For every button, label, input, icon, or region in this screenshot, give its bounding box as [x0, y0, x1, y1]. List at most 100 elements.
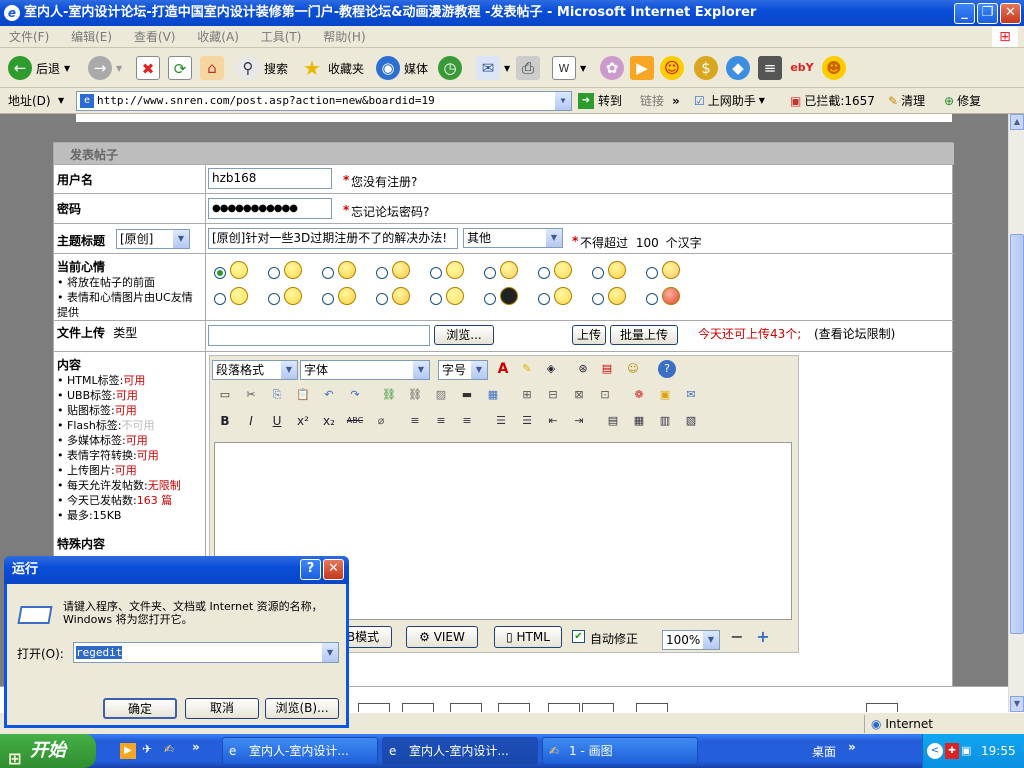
font-color-icon[interactable]: A	[494, 360, 512, 378]
player-button[interactable]: ▶	[630, 54, 654, 82]
bottom-partial-button[interactable]	[548, 703, 580, 712]
clean-button[interactable]: ✎ 清理	[888, 88, 925, 114]
shield-button[interactable]: ◆	[726, 54, 750, 82]
forum-limit-link[interactable]: (查看论坛限制)	[814, 325, 895, 342]
font-size-select[interactable]: 字号 ▼	[438, 360, 488, 380]
editor-tool-icon[interactable]: ⛓	[406, 386, 424, 404]
mood-radio[interactable]	[538, 293, 550, 305]
restore-button[interactable]: ❐	[977, 3, 998, 24]
upload-button[interactable]: 上传	[572, 325, 606, 345]
paragraph-tool-icon[interactable]: ≡	[458, 412, 476, 430]
refresh-button[interactable]: ⟳	[168, 54, 192, 82]
editor-tool-icon[interactable]: 📋	[294, 386, 312, 404]
bottom-partial-button[interactable]	[402, 703, 434, 712]
quicklaunch-brush-icon[interactable]: ✍	[164, 742, 174, 756]
desktop-toolbar-label[interactable]: 桌面	[812, 743, 836, 760]
mood-radio[interactable]	[214, 293, 226, 305]
edit-dropdown-icon[interactable]: ▼	[580, 64, 586, 73]
vertical-scrollbar[interactable]: ▲ ▼	[1008, 114, 1024, 712]
menu-help[interactable]: 帮助(H)	[314, 26, 374, 48]
paragraph-tool-icon[interactable]: ⇥	[570, 412, 588, 430]
editor-tool-icon[interactable]: ❁	[630, 386, 648, 404]
mood-radio[interactable]	[484, 293, 496, 305]
menu-tools[interactable]: 工具(T)	[252, 26, 311, 48]
paragraph-tool-icon[interactable]: ▤	[604, 412, 622, 430]
menu-edit[interactable]: 编辑(E)	[62, 26, 121, 48]
editor-tool-icon[interactable]: ⛓	[380, 386, 398, 404]
subject-input[interactable]: [原创]针对一些3D过期注册不了的解决办法!	[208, 228, 458, 249]
zoom-in-button[interactable]: +	[754, 628, 772, 646]
clock[interactable]: 19:55	[981, 734, 1016, 768]
mail-dropdown-icon[interactable]: ▼	[504, 64, 510, 73]
username-input[interactable]: hzb168	[208, 168, 332, 189]
not-registered-link[interactable]: 您没有注册?	[351, 173, 417, 190]
address-dropdown-icon[interactable]: ▼	[555, 92, 571, 110]
editor-tool-icon[interactable]: ↶	[320, 386, 338, 404]
paragraph-tool-icon[interactable]: ⌀	[372, 412, 390, 430]
menu-view[interactable]: 查看(V)	[125, 26, 185, 48]
minimize-button[interactable]: _	[954, 3, 975, 24]
emoticon-icon[interactable]: ☺	[624, 360, 642, 378]
chevron-down-icon[interactable]: ▼	[322, 643, 338, 662]
editor-tool-icon[interactable]: ✉	[682, 386, 700, 404]
editor-tool-icon[interactable]: ▦	[484, 386, 502, 404]
mood-radio[interactable]	[214, 267, 226, 279]
network-icon[interactable]: ▣	[961, 743, 971, 759]
bottom-partial-button[interactable]	[358, 703, 390, 712]
subject-type-select[interactable]: [原创] ▼	[116, 229, 190, 249]
taskbar-paint-window[interactable]: ✍ 1 - 画图	[542, 737, 698, 765]
format-button[interactable]: I	[242, 412, 260, 430]
forward-button[interactable]: → ▼	[88, 54, 122, 82]
forgot-password-link[interactable]: 忘记论坛密码?	[351, 203, 429, 220]
password-input[interactable]: ●●●●●●●●●●●	[208, 198, 332, 219]
batch-upload-button[interactable]: 批量上传	[610, 325, 678, 345]
editor-tool-icon[interactable]: ⊡	[596, 386, 614, 404]
history-button[interactable]: ◷	[438, 54, 462, 82]
find-icon[interactable]: ⊛	[574, 360, 592, 378]
run-browse-button[interactable]: 浏览(B)...	[265, 698, 339, 719]
messenger-button[interactable]: ✿	[600, 54, 624, 82]
editor-tool-icon[interactable]: ▣	[656, 386, 674, 404]
editor-tool-icon[interactable]: ⊠	[570, 386, 588, 404]
menu-file[interactable]: 文件(F)	[0, 26, 58, 48]
search-button[interactable]: ⚲ 搜索	[236, 54, 288, 82]
tray-expand-icon[interactable]: <	[927, 743, 943, 759]
address-input[interactable]: e http://www.snren.com/post.asp?action=n…	[76, 91, 572, 111]
stop-button[interactable]: ✖	[136, 54, 160, 82]
run-help-button[interactable]: ?	[300, 559, 321, 580]
bottom-partial-button[interactable]	[866, 703, 898, 712]
highlight-icon[interactable]: ✎	[518, 360, 536, 378]
cube-icon[interactable]: ◈	[542, 360, 560, 378]
run-close-button[interactable]: ✕	[323, 559, 344, 580]
helper-button[interactable]: ☑ 上网助手 ▼	[694, 88, 765, 114]
editor-tool-icon[interactable]: ⎘	[268, 386, 286, 404]
antivirus-icon[interactable]: ✚	[945, 743, 959, 759]
format-button[interactable]: x₂	[320, 412, 338, 430]
links-label[interactable]: 链接	[640, 88, 664, 114]
quicklaunch-chevron-icon[interactable]: »	[192, 740, 200, 754]
paragraph-tool-icon[interactable]: ▦	[630, 412, 648, 430]
quicklaunch-player-icon[interactable]: ▶	[120, 743, 136, 759]
paragraph-tool-icon[interactable]: ≡	[432, 412, 450, 430]
scroll-down-icon[interactable]: ▼	[1010, 696, 1024, 712]
print-button[interactable]: ⎙	[516, 54, 540, 82]
mail-button[interactable]: ✉ ▼	[476, 54, 510, 82]
bottom-partial-button[interactable]	[450, 703, 482, 712]
paragraph-tool-icon[interactable]: ☰	[492, 412, 510, 430]
html-mode-button[interactable]: ▯ HTML	[494, 626, 562, 648]
open-input[interactable]: regedit ▼	[73, 642, 339, 663]
paragraph-tool-icon[interactable]: ☰	[518, 412, 536, 430]
category-select[interactable]: 其他 ▼	[463, 228, 563, 248]
editor-tool-icon[interactable]: ↷	[346, 386, 364, 404]
format-button[interactable]: B	[216, 412, 234, 430]
mood-radio[interactable]	[322, 267, 334, 279]
mood-radio[interactable]	[430, 267, 442, 279]
cancel-button[interactable]: 取消	[185, 698, 259, 719]
editor-tool-icon[interactable]: ▭	[216, 386, 234, 404]
mood-radio[interactable]	[592, 267, 604, 279]
mood-radio[interactable]	[376, 267, 388, 279]
ebay-button[interactable]: ebY	[790, 54, 814, 82]
paragraph-tool-icon[interactable]: ⇤	[544, 412, 562, 430]
home-button[interactable]: ⌂	[200, 54, 224, 82]
format-button[interactable]: ABC	[346, 412, 364, 430]
